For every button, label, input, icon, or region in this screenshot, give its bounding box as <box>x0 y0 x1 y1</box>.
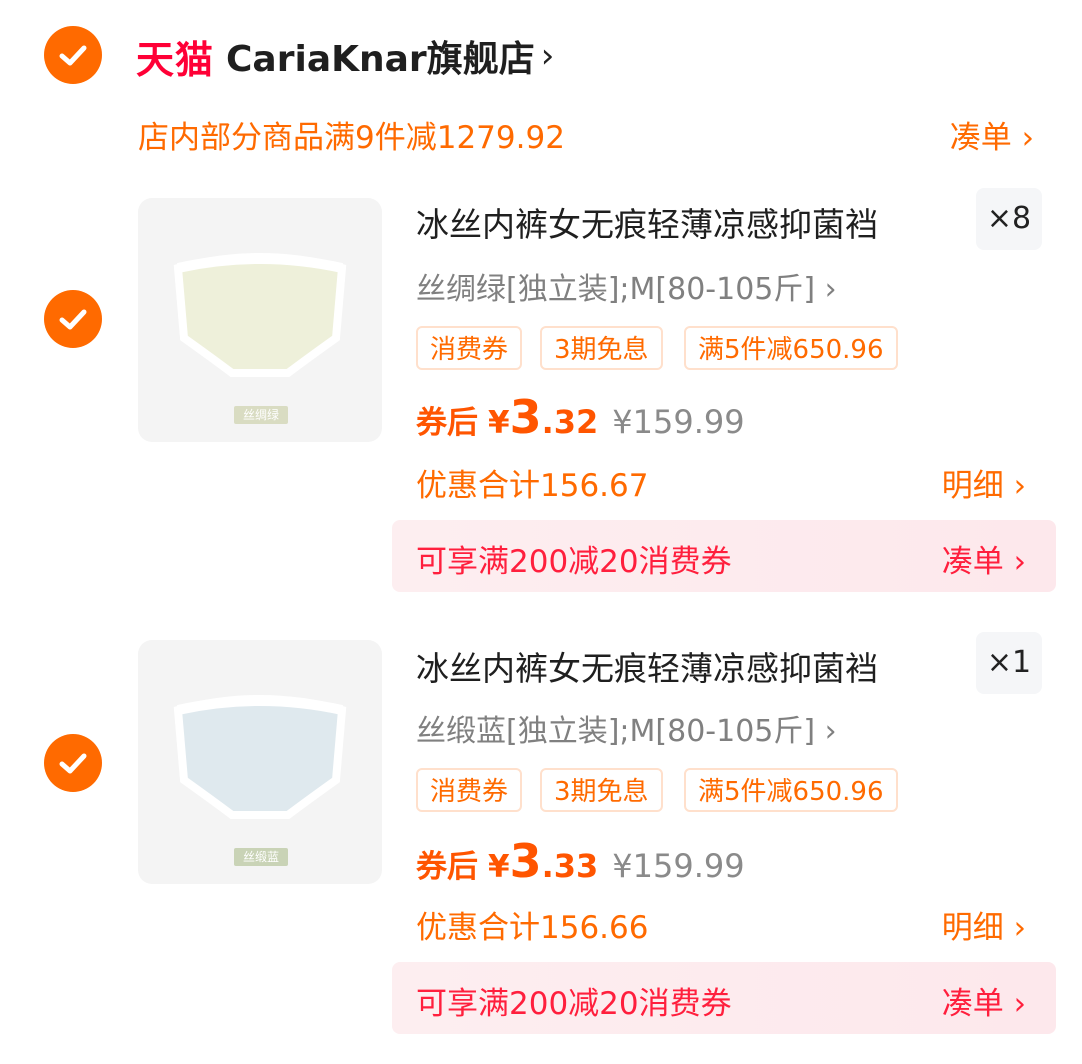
price-integer: 3 <box>509 834 542 888</box>
store-select-checkbox[interactable] <box>44 26 102 84</box>
store-name: CariaKnar旗舰店 <box>226 39 535 80</box>
check-icon <box>59 309 87 330</box>
variant-selector[interactable]: 丝缎蓝[独立装];M[80-105斤] › <box>416 706 837 750</box>
coupon-banner-text: 可享满200减20消费券 <box>416 544 732 580</box>
discount-total: 优惠合计156.66 <box>416 910 649 946</box>
product-image[interactable]: 丝绸绿 <box>138 198 382 442</box>
coupon-add-items-link[interactable]: 凑单 › <box>942 978 1026 1023</box>
price-row: 券后 ¥ 3 .32 ¥159.99 <box>416 390 745 444</box>
discount-total: 优惠合计156.67 <box>416 468 649 504</box>
chevron-right-icon: › <box>540 36 555 76</box>
price-label: 券后 <box>416 849 478 885</box>
product-image[interactable]: 丝缎蓝 <box>138 640 382 884</box>
tag-multi-buy: 满5件减650.96 <box>684 768 898 812</box>
quantity-badge[interactable]: ×1 <box>976 632 1042 694</box>
discount-detail-link[interactable]: 明细 › <box>942 460 1026 505</box>
price-decimal: .33 <box>541 847 599 885</box>
currency-symbol: ¥ <box>488 405 510 441</box>
price-label: 券后 <box>416 405 478 441</box>
price-integer: 3 <box>509 390 542 444</box>
coupon-add-items-link[interactable]: 凑单 › <box>942 536 1026 581</box>
image-color-label: 丝绸绿 <box>234 406 288 424</box>
store-add-items-link[interactable]: 凑单 › <box>950 112 1034 157</box>
original-price: ¥159.99 <box>612 847 745 885</box>
product-title[interactable]: 冰丝内裤女无痕轻薄凉感抑菌裆 <box>416 642 878 690</box>
tag-coupon: 消费券 <box>416 326 523 370</box>
price-decimal: .32 <box>541 403 599 441</box>
variant-selector[interactable]: 丝绸绿[独立装];M[80-105斤] › <box>416 264 837 308</box>
image-color-label: 丝缎蓝 <box>234 848 288 866</box>
price-row: 券后 ¥ 3 .33 ¥159.99 <box>416 834 745 888</box>
quantity-badge[interactable]: ×8 <box>976 188 1042 250</box>
item-select-checkbox[interactable] <box>44 734 102 792</box>
coupon-banner-text: 可享满200减20消费券 <box>416 986 732 1022</box>
currency-symbol: ¥ <box>488 849 510 885</box>
tag-installment: 3期免息 <box>540 326 663 370</box>
store-header[interactable]: 天猫 CariaKnar旗舰店 › <box>136 28 554 84</box>
coupon-banner[interactable]: 可享满200减20消费券 凑单 › <box>392 962 1056 1034</box>
store-promo: 店内部分商品满9件减1279.92 <box>138 120 565 156</box>
coupon-banner[interactable]: 可享满200减20消费券 凑单 › <box>392 520 1056 592</box>
tag-installment: 3期免息 <box>540 768 663 812</box>
tag-coupon: 消费券 <box>416 768 523 812</box>
tmall-logo: 天猫 <box>136 37 215 82</box>
check-icon <box>59 45 87 66</box>
tag-multi-buy: 满5件减650.96 <box>684 326 898 370</box>
check-icon <box>59 753 87 774</box>
product-title[interactable]: 冰丝内裤女无痕轻薄凉感抑菌裆 <box>416 198 878 246</box>
item-select-checkbox[interactable] <box>44 290 102 348</box>
original-price: ¥159.99 <box>612 403 745 441</box>
discount-detail-link[interactable]: 明细 › <box>942 902 1026 947</box>
